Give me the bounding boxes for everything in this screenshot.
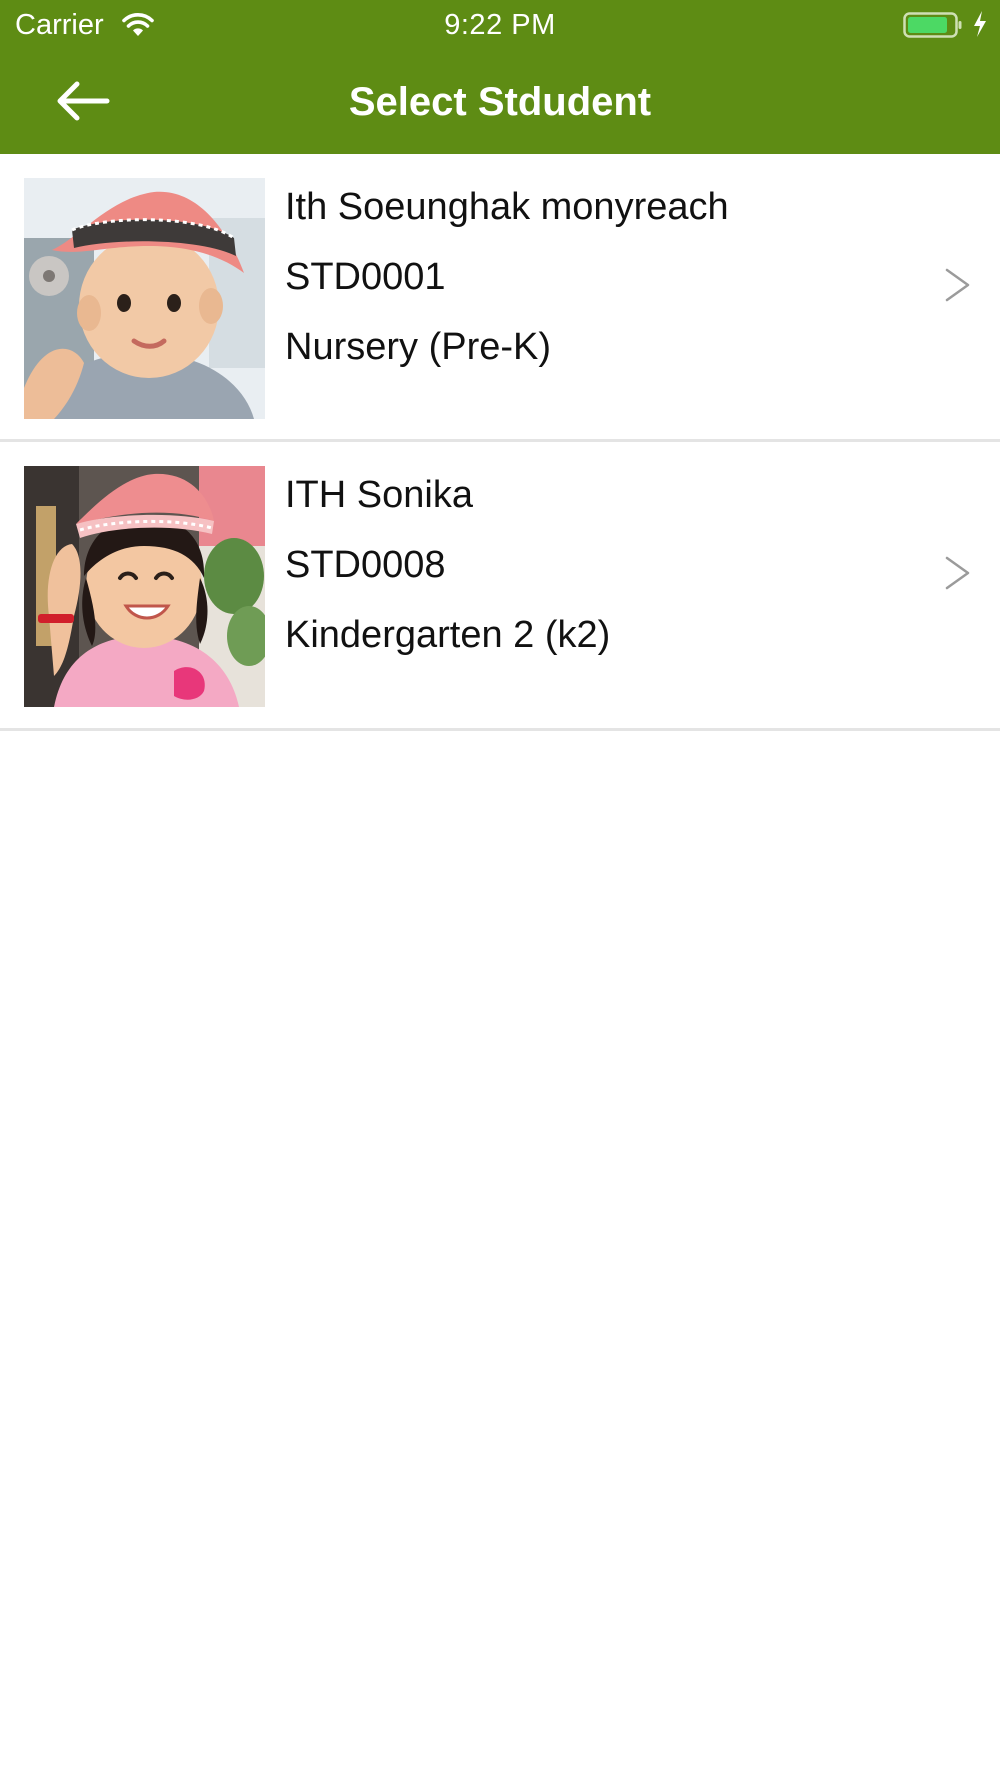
student-name: Ith Soeunghak monyreach bbox=[285, 186, 729, 228]
student-id: STD0001 bbox=[285, 256, 446, 298]
status-time: 9:22 PM bbox=[444, 9, 556, 41]
student-name: ITH Sonika bbox=[285, 474, 473, 516]
charging-icon bbox=[974, 11, 986, 37]
student-avatar bbox=[24, 178, 265, 419]
screen: Carrier 9:22 PM Select Stdudent Ith Soeu… bbox=[0, 0, 1000, 1778]
chevron-right-icon bbox=[945, 268, 970, 302]
battery-icon bbox=[903, 12, 962, 38]
student-class: Nursery (Pre-K) bbox=[285, 326, 552, 368]
student-row[interactable]: Ith Soeunghak monyreach STD0001 Nursery … bbox=[0, 154, 1000, 442]
app-header: Carrier 9:22 PM Select Stdudent bbox=[0, 0, 1000, 154]
student-row[interactable]: ITH Sonika STD0008 Kindergarten 2 (k2) bbox=[0, 442, 1000, 731]
student-avatar bbox=[24, 466, 265, 707]
student-class: Kindergarten 2 (k2) bbox=[285, 614, 611, 656]
page-title: Select Stdudent bbox=[348, 80, 652, 124]
student-list: Ith Soeunghak monyreach STD0001 Nursery … bbox=[0, 154, 1000, 731]
student-id: STD0008 bbox=[285, 544, 446, 586]
chevron-right-icon bbox=[945, 556, 970, 590]
